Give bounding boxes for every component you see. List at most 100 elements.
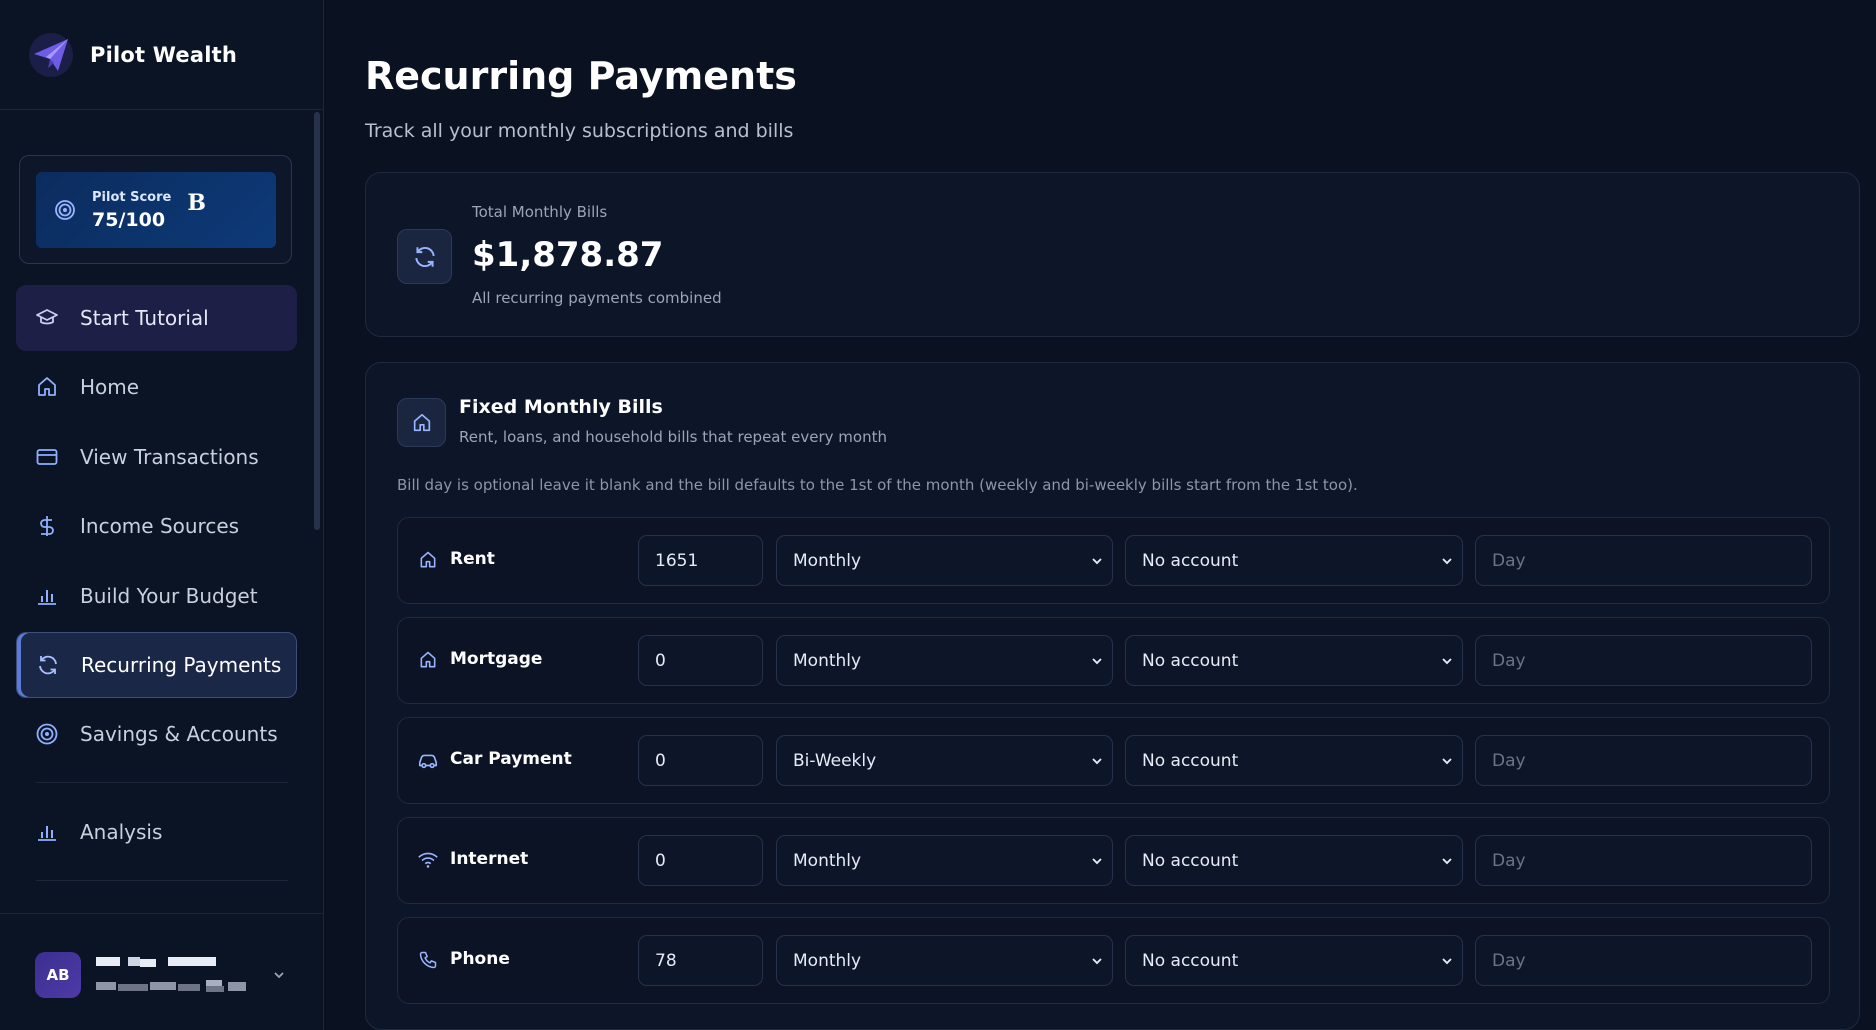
nav-label-transactions: View Transactions — [80, 445, 259, 469]
nav-label-income: Income Sources — [80, 514, 240, 538]
chevron-down-icon[interactable] — [272, 968, 286, 982]
frequency-value: Monthly — [793, 550, 862, 571]
wifi-icon — [417, 849, 439, 871]
bill-row-car-payment: Car Payment 0 Bi-Weekly No account Day — [397, 717, 1830, 804]
nav-item-transactions[interactable]: View Transactions — [16, 424, 297, 490]
avatar: AB — [35, 952, 81, 998]
chevron-down-icon — [1442, 758, 1452, 765]
sidebar-scrollbar[interactable] — [314, 112, 320, 530]
phone-icon — [417, 949, 439, 971]
chevron-down-icon — [1442, 958, 1452, 965]
nav-item-analysis[interactable]: Analysis — [16, 799, 297, 865]
brand[interactable]: Pilot Wealth — [0, 0, 323, 110]
user-name-redacted — [96, 957, 216, 967]
bar-chart-icon — [34, 819, 60, 845]
pilot-score-panel: Pilot Score 75/100 B — [36, 172, 276, 248]
frequency-select[interactable]: Monthly — [776, 535, 1113, 586]
chevron-down-icon — [1092, 558, 1102, 565]
user-email-redacted — [96, 980, 246, 992]
bill-row-internet: Internet 0 Monthly No account Day — [397, 817, 1830, 904]
nav-item-budget[interactable]: Build Your Budget — [16, 563, 297, 629]
car-icon — [417, 749, 439, 771]
amount-input[interactable]: 78 — [638, 935, 763, 986]
account-value: No account — [1142, 650, 1239, 671]
brand-name: Pilot Wealth — [90, 42, 237, 67]
account-value: No account — [1142, 850, 1239, 871]
nav-label-budget: Build Your Budget — [80, 584, 258, 608]
nav-label-tutorial: Start Tutorial — [80, 306, 209, 330]
house-icon — [417, 649, 439, 671]
nav-item-recurring[interactable]: Recurring Payments — [16, 632, 297, 698]
total-monthly-bills-card: Total Monthly Bills $1,878.87 All recurr… — [365, 172, 1860, 337]
page-subtitle: Track all your monthly subscriptions and… — [365, 120, 794, 142]
frequency-select[interactable]: Monthly — [776, 635, 1113, 686]
frequency-value: Bi-Weekly — [793, 750, 877, 771]
sidebar: Pilot Wealth Pilot Score 75/100 B Start … — [0, 0, 324, 1030]
pilot-score-card[interactable]: Pilot Score 75/100 B — [19, 155, 292, 264]
bill-name: Car Payment — [450, 749, 572, 769]
target-icon — [55, 200, 75, 220]
refresh-icon — [397, 229, 452, 284]
nav-label-savings: Savings & Accounts — [80, 722, 278, 746]
account-value: No account — [1142, 550, 1239, 571]
bill-row-rent: Rent 1651 Monthly No account Day — [397, 517, 1830, 604]
bill-row-phone: Phone 78 Monthly No account Day — [397, 917, 1830, 1004]
total-label: Total Monthly Bills — [472, 203, 608, 221]
account-select[interactable]: No account — [1125, 935, 1463, 986]
refresh-icon — [35, 652, 61, 678]
user-menu[interactable]: AB — [0, 913, 324, 1030]
nav-label-recurring: Recurring Payments — [81, 653, 282, 677]
nav-divider — [36, 880, 288, 881]
chevron-down-icon — [1092, 658, 1102, 665]
house-icon — [34, 374, 60, 400]
bill-day-input[interactable]: Day — [1475, 935, 1812, 986]
frequency-select[interactable]: Monthly — [776, 935, 1113, 986]
chevron-down-icon — [1442, 558, 1452, 565]
account-select[interactable]: No account — [1125, 535, 1463, 586]
pilot-score-label: Pilot Score — [92, 189, 172, 205]
amount-input[interactable]: 0 — [638, 835, 763, 886]
bill-day-input[interactable]: Day — [1475, 735, 1812, 786]
account-select[interactable]: No account — [1125, 835, 1463, 886]
nav-label-home: Home — [80, 375, 140, 399]
pilot-score-value: 75/100 — [92, 208, 166, 231]
chevron-down-icon — [1092, 758, 1102, 765]
total-value: $1,878.87 — [472, 235, 664, 275]
nav-item-savings[interactable]: Savings & Accounts — [16, 701, 297, 767]
bill-day-input[interactable]: Day — [1475, 835, 1812, 886]
amount-input[interactable]: 0 — [638, 635, 763, 686]
amount-input[interactable]: 0 — [638, 735, 763, 786]
bill-day-input[interactable]: Day — [1475, 535, 1812, 586]
graduation-cap-icon — [34, 305, 60, 331]
start-tutorial-button[interactable]: Start Tutorial — [16, 285, 297, 351]
paper-plane-logo-icon — [29, 32, 73, 77]
bill-day-input[interactable]: Day — [1475, 635, 1812, 686]
bill-name: Rent — [450, 549, 495, 569]
frequency-select[interactable]: Monthly — [776, 835, 1113, 886]
frequency-select[interactable]: Bi-Weekly — [776, 735, 1113, 786]
nav-divider — [36, 782, 288, 783]
account-select[interactable]: No account — [1125, 735, 1463, 786]
bill-name: Mortgage — [450, 649, 543, 669]
bills-section-title: Fixed Monthly Bills — [459, 396, 663, 418]
bill-row-mortgage: Mortgage 0 Monthly No account Day — [397, 617, 1830, 704]
chevron-down-icon — [1092, 958, 1102, 965]
nav-item-home[interactable]: Home — [16, 354, 297, 420]
page-title: Recurring Payments — [365, 54, 797, 98]
total-note: All recurring payments combined — [472, 289, 722, 307]
chevron-down-icon — [1092, 858, 1102, 865]
frequency-value: Monthly — [793, 950, 862, 971]
account-value: No account — [1142, 750, 1239, 771]
credit-card-icon — [34, 444, 60, 470]
chevron-down-icon — [1442, 858, 1452, 865]
bill-name: Internet — [450, 849, 529, 869]
nav-label-analysis: Analysis — [80, 820, 163, 844]
bill-name: Phone — [450, 949, 510, 969]
target-icon — [34, 721, 60, 747]
account-select[interactable]: No account — [1125, 635, 1463, 686]
bills-help-note: Bill day is optional leave it blank and … — [397, 476, 1358, 494]
nav-item-income[interactable]: Income Sources — [16, 493, 297, 559]
account-value: No account — [1142, 950, 1239, 971]
amount-input[interactable]: 1651 — [638, 535, 763, 586]
frequency-value: Monthly — [793, 850, 862, 871]
